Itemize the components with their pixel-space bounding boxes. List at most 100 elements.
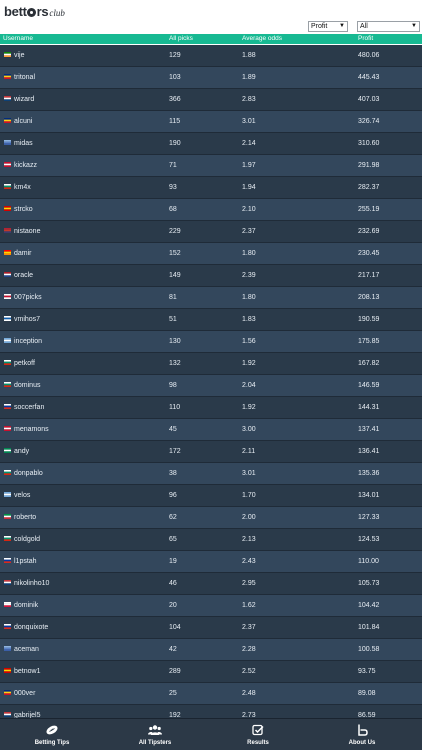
username-cell[interactable]: andy bbox=[14, 441, 29, 462]
sort-select-value: Profit bbox=[311, 23, 328, 30]
username-cell[interactable]: nikolinho10 bbox=[14, 573, 49, 594]
all-picks-cell: 42 bbox=[169, 646, 177, 653]
all-picks-cell: 132 bbox=[169, 360, 181, 367]
username-cell[interactable]: velos bbox=[14, 485, 30, 506]
average-odds-cell: 3.00 bbox=[242, 426, 256, 433]
table-row[interactable]: menamons 45 3.00 137.41 bbox=[0, 419, 422, 441]
scope-select[interactable]: All ▼ bbox=[357, 21, 420, 32]
table-row[interactable]: dominik 20 1.62 104.42 bbox=[0, 595, 422, 617]
chevron-down-icon: ▼ bbox=[411, 23, 417, 29]
all-picks-cell: 130 bbox=[169, 338, 181, 345]
all-picks-cell: 103 bbox=[169, 74, 181, 81]
username-cell[interactable]: strcko bbox=[14, 199, 33, 220]
table-row[interactable]: wizard 366 2.83 407.03 bbox=[0, 89, 422, 111]
column-header-average-odds[interactable]: Average odds bbox=[242, 34, 282, 44]
username-cell[interactable]: donquixote bbox=[14, 617, 48, 638]
average-odds-cell: 1.92 bbox=[242, 360, 256, 367]
column-header-username[interactable]: Username bbox=[3, 34, 33, 44]
username-cell[interactable]: petkoff bbox=[14, 353, 35, 374]
table-row[interactable]: donpablo 38 3.01 135.36 bbox=[0, 463, 422, 485]
logo-text-part-1: bett bbox=[4, 3, 27, 19]
site-logo[interactable]: bett rs club bbox=[4, 3, 65, 19]
username-cell[interactable]: betnow1 bbox=[14, 661, 40, 682]
table-row[interactable]: tritonal 103 1.89 445.43 bbox=[0, 67, 422, 89]
username-cell[interactable]: vije bbox=[14, 45, 25, 66]
table-row[interactable]: 000ver 25 2.48 89.08 bbox=[0, 683, 422, 705]
table-row[interactable]: nistaone 229 2.37 232.69 bbox=[0, 221, 422, 243]
username-cell[interactable]: dominus bbox=[14, 375, 40, 396]
username-cell[interactable]: coldgold bbox=[14, 529, 40, 550]
country-flag-icon bbox=[4, 250, 11, 255]
username-cell[interactable]: alcuni bbox=[14, 111, 32, 132]
table-row[interactable]: kickazz 71 1.97 291.98 bbox=[0, 155, 422, 177]
table-row[interactable]: inception 130 1.56 175.85 bbox=[0, 331, 422, 353]
average-odds-cell: 2.00 bbox=[242, 514, 256, 521]
username-cell[interactable]: l1pstah bbox=[14, 551, 37, 572]
profit-cell: 89.08 bbox=[358, 690, 376, 697]
all-picks-cell: 152 bbox=[169, 250, 181, 257]
table-row[interactable]: dominus 98 2.04 146.59 bbox=[0, 375, 422, 397]
table-row[interactable]: vije 129 1.88 480.06 bbox=[0, 45, 422, 67]
table-row[interactable]: damir 152 1.80 230.45 bbox=[0, 243, 422, 265]
country-flag-icon bbox=[4, 118, 11, 123]
checkbox-icon bbox=[252, 724, 264, 736]
table-row[interactable]: vmihos7 51 1.83 190.59 bbox=[0, 309, 422, 331]
all-picks-cell: 289 bbox=[169, 668, 181, 675]
username-cell[interactable]: 007picks bbox=[14, 287, 42, 308]
username-cell[interactable]: menamons bbox=[14, 419, 49, 440]
tab-all-tipsters-label: All Tipsters bbox=[138, 740, 172, 746]
tab-results[interactable]: Results bbox=[220, 719, 296, 751]
bottom-tab-bar: Betting Tips All Tipsters Results About … bbox=[0, 718, 422, 750]
username-cell[interactable]: roberto bbox=[14, 507, 36, 528]
username-cell[interactable]: km4x bbox=[14, 177, 31, 198]
table-row[interactable]: andy 172 2.11 136.41 bbox=[0, 441, 422, 463]
table-row[interactable]: nikolinho10 46 2.95 105.73 bbox=[0, 573, 422, 595]
table-row[interactable]: aceman 42 2.28 100.58 bbox=[0, 639, 422, 661]
table-row[interactable]: soccerfan 110 1.92 144.31 bbox=[0, 397, 422, 419]
username-cell[interactable]: soccerfan bbox=[14, 397, 44, 418]
username-cell[interactable]: tritonal bbox=[14, 67, 35, 88]
table-row[interactable]: petkoff 132 1.92 167.82 bbox=[0, 353, 422, 375]
username-cell[interactable]: dominik bbox=[14, 595, 38, 616]
username-cell[interactable]: damir bbox=[14, 243, 32, 264]
country-flag-icon bbox=[4, 96, 11, 101]
table-row[interactable]: donquixote 104 2.37 101.84 bbox=[0, 617, 422, 639]
all-picks-cell: 65 bbox=[169, 536, 177, 543]
table-row[interactable]: roberto 62 2.00 127.33 bbox=[0, 507, 422, 529]
tab-about-us-label: About Us bbox=[348, 740, 376, 746]
username-cell[interactable]: vmihos7 bbox=[14, 309, 40, 330]
username-cell[interactable]: wizard bbox=[14, 89, 34, 110]
average-odds-cell: 2.48 bbox=[242, 690, 256, 697]
column-header-all-picks[interactable]: All picks bbox=[169, 34, 193, 44]
username-cell[interactable]: nistaone bbox=[14, 221, 40, 242]
all-picks-cell: 25 bbox=[169, 690, 177, 697]
table-row[interactable]: betnow1 289 2.52 93.75 bbox=[0, 661, 422, 683]
username-cell[interactable]: aceman bbox=[14, 639, 39, 660]
table-row[interactable]: alcuni 115 3.01 326.74 bbox=[0, 111, 422, 133]
tab-all-tipsters[interactable]: All Tipsters bbox=[117, 719, 193, 751]
username-cell[interactable]: oracle bbox=[14, 265, 33, 286]
profit-cell: 291.98 bbox=[358, 162, 380, 169]
username-cell[interactable]: donpablo bbox=[14, 463, 43, 484]
all-picks-cell: 19 bbox=[169, 558, 177, 565]
table-row[interactable]: midas 190 2.14 310.60 bbox=[0, 133, 422, 155]
tab-about-us[interactable]: About Us bbox=[324, 719, 400, 751]
table-row[interactable]: 007picks 81 1.80 208.13 bbox=[0, 287, 422, 309]
table-row[interactable]: coldgold 65 2.13 124.53 bbox=[0, 529, 422, 551]
table-row[interactable]: km4x 93 1.94 282.37 bbox=[0, 177, 422, 199]
username-cell[interactable]: kickazz bbox=[14, 155, 37, 176]
football-icon bbox=[46, 725, 58, 735]
table-row[interactable]: l1pstah 19 2.43 110.00 bbox=[0, 551, 422, 573]
username-cell[interactable]: 000ver bbox=[14, 683, 35, 704]
table-row[interactable]: oracle 149 2.39 217.17 bbox=[0, 265, 422, 287]
sort-select[interactable]: Profit ▼ bbox=[308, 21, 348, 32]
profit-cell: 282.37 bbox=[358, 184, 380, 191]
table-row[interactable]: strcko 68 2.10 255.19 bbox=[0, 199, 422, 221]
tab-betting-tips[interactable]: Betting Tips bbox=[14, 719, 90, 751]
column-header-profit[interactable]: Profit bbox=[358, 34, 373, 44]
username-cell[interactable]: midas bbox=[14, 133, 33, 154]
average-odds-cell: 1.56 bbox=[242, 338, 256, 345]
profit-cell: 326.74 bbox=[358, 118, 380, 125]
table-row[interactable]: velos 96 1.70 134.01 bbox=[0, 485, 422, 507]
username-cell[interactable]: inception bbox=[14, 331, 42, 352]
